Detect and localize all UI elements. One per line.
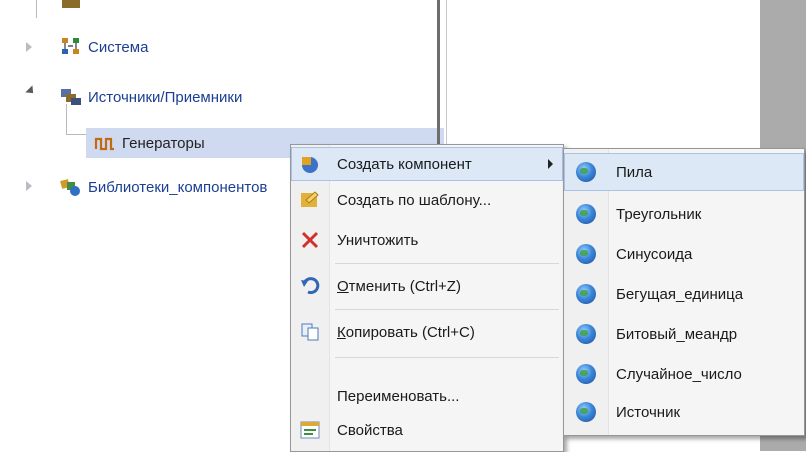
globe-icon: [564, 402, 608, 422]
menu-item-label: Создать компонент: [337, 155, 472, 173]
globe-icon: [564, 204, 608, 224]
menu-item-label: Свойства: [337, 421, 403, 439]
copy-icon: [291, 321, 329, 343]
menu-item-label: Случайное_число: [616, 365, 742, 383]
globe-icon: [564, 364, 608, 384]
tree-item-label: Источники/Приемники: [88, 88, 243, 106]
submenu-create-component: Пила Треугольник Синусоида Бегущая_едини…: [563, 148, 805, 436]
tree-item-partial-icon: [62, 0, 80, 8]
menu-item-copy[interactable]: Копировать (Ctrl+C): [291, 315, 563, 349]
submenu-item-sine[interactable]: Синусоида: [564, 235, 804, 273]
menu-separator: [335, 309, 559, 310]
menu-item-label: Пила: [616, 163, 653, 181]
component-library-icon: [60, 177, 82, 197]
submenu-arrow-icon: [548, 159, 553, 169]
tree-item-label: Библиотеки_компонентов: [88, 178, 268, 196]
submenu-item-bit-meander[interactable]: Битовый_меандр: [564, 315, 804, 353]
menu-item-label: Бегущая_единица: [616, 285, 744, 303]
expand-arrow-icon[interactable]: [26, 42, 32, 52]
menu-item-rename[interactable]: Переименовать...: [291, 379, 563, 413]
tree-item-label: Система: [88, 38, 149, 56]
menu-item-label: Копировать (Ctrl+C): [337, 323, 475, 341]
globe-icon: [564, 162, 608, 182]
menu-item-label: Уничтожить: [337, 231, 419, 249]
create-from-template-icon: [291, 189, 329, 211]
menu-item-create-from-template[interactable]: Создать по шаблону...: [291, 183, 563, 217]
expand-arrow-icon[interactable]: [26, 181, 32, 191]
tree-connector: [66, 134, 86, 135]
menu-item-create-component[interactable]: Создать компонент: [291, 147, 563, 181]
tree-item-label: Генераторы: [122, 134, 205, 152]
globe-icon: [564, 244, 608, 264]
sources-receivers-icon: [60, 87, 82, 107]
menu-separator: [335, 263, 559, 264]
globe-icon: [564, 284, 608, 304]
globe-icon: [564, 324, 608, 344]
submenu-item-triangle[interactable]: Треугольник: [564, 195, 804, 233]
menu-item-label: Переименовать...: [337, 387, 460, 405]
create-component-icon: [291, 153, 329, 175]
menu-item-label: Отменить (Ctrl+Z): [337, 277, 461, 295]
menu-item-label: Битовый_меандр: [616, 325, 738, 343]
menu-item-undo[interactable]: Отменить (Ctrl+Z): [291, 269, 563, 303]
submenu-item-running-one[interactable]: Бегущая_единица: [564, 275, 804, 313]
submenu-item-source[interactable]: Источник: [564, 393, 804, 431]
properties-icon: [291, 419, 329, 441]
generator-signal-icon: [94, 133, 116, 153]
menu-item-label: Создать по шаблону...: [337, 191, 492, 209]
menu-item-destroy[interactable]: Уничтожить: [291, 223, 563, 257]
tree-connector: [36, 0, 37, 18]
menu-item-label: Синусоида: [616, 245, 693, 263]
menu-item-label: Треугольник: [616, 205, 702, 223]
menu-item-label: Источник: [616, 403, 681, 421]
tree-item-component-libraries[interactable]: Библиотеки_компонентов: [60, 174, 298, 200]
context-menu: Создать компонент Создать по шаблону... …: [290, 144, 564, 452]
tree-item-system[interactable]: Система: [60, 34, 148, 60]
submenu-item-saw[interactable]: Пила: [564, 153, 804, 191]
delete-x-icon: [291, 229, 329, 251]
undo-icon: [291, 275, 329, 297]
system-network-icon: [60, 37, 82, 57]
menu-separator: [335, 357, 559, 358]
tree-item-sources-receivers[interactable]: Источники/Приемники: [60, 84, 242, 110]
menu-item-properties[interactable]: Свойства: [291, 413, 563, 447]
collapse-arrow-icon[interactable]: [25, 85, 37, 97]
submenu-item-random-number[interactable]: Случайное_число: [564, 355, 804, 393]
